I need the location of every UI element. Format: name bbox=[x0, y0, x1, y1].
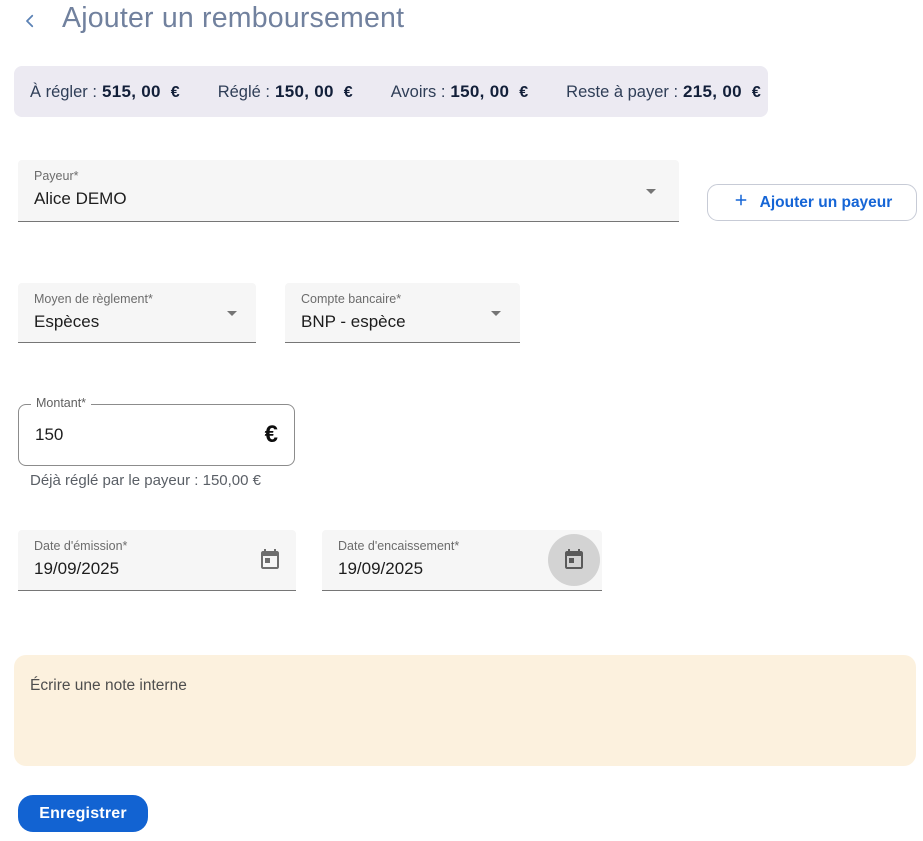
payment-method-value: Espèces bbox=[34, 312, 100, 331]
payer-select-label: Payeur* bbox=[34, 169, 79, 183]
collection-date-field[interactable]: Date d'encaissement* 19/09/2025 bbox=[322, 530, 602, 591]
euro-icon: € bbox=[264, 421, 278, 448]
payment-method-select[interactable]: Moyen de règlement* Espèces bbox=[18, 283, 256, 343]
summary-remaining-amount: 215, 00 bbox=[683, 81, 742, 101]
issue-date-field[interactable]: Date d'émission* 19/09/2025 bbox=[18, 530, 296, 591]
bank-account-select[interactable]: Compte bancaire* BNP - espèce bbox=[285, 283, 520, 343]
collection-date-picker-button[interactable] bbox=[548, 534, 600, 586]
back-button[interactable] bbox=[16, 8, 44, 36]
calendar-icon bbox=[562, 548, 586, 572]
summary-credits: Avoirs : 150, 00 € bbox=[391, 82, 528, 102]
payer-select[interactable]: Payeur* Alice DEMO bbox=[18, 160, 679, 222]
summary-paid-currency: € bbox=[343, 83, 353, 101]
summary-credits-label: Avoirs : bbox=[390, 82, 446, 101]
amount-input[interactable] bbox=[35, 406, 225, 464]
summary-remaining: Reste à payer : 215, 00 € bbox=[566, 82, 761, 102]
add-payer-button[interactable]: Ajouter un payeur bbox=[707, 184, 917, 221]
summary-paid-label: Réglé : bbox=[217, 82, 270, 101]
payer-select-value: Alice DEMO bbox=[34, 189, 127, 208]
bank-account-label: Compte bancaire* bbox=[301, 292, 402, 306]
payment-method-label: Moyen de règlement* bbox=[34, 292, 153, 306]
internal-note-textarea[interactable] bbox=[14, 655, 916, 766]
summary-to-pay-amount: 515, 00 bbox=[101, 81, 161, 101]
payment-summary-bar: À régler : 515, 00 € Réglé : 150, 00 € A… bbox=[14, 66, 768, 117]
add-payer-button-label: Ajouter un payeur bbox=[759, 193, 893, 211]
summary-credits-amount: 150, 00 bbox=[450, 81, 510, 101]
amount-helper-text: Déjà réglé par le payeur : 150,00 € bbox=[30, 472, 261, 489]
summary-credits-currency: € bbox=[519, 83, 529, 101]
chevron-left-icon bbox=[21, 12, 39, 33]
plus-icon bbox=[732, 191, 750, 214]
summary-remaining-label: Reste à payer : bbox=[566, 82, 679, 101]
summary-remaining-currency: € bbox=[751, 83, 761, 101]
collection-date-label: Date d'encaissement* bbox=[338, 539, 460, 553]
amount-field: Montant* € bbox=[18, 396, 295, 466]
collection-date-value: 19/09/2025 bbox=[338, 559, 424, 578]
calendar-icon bbox=[258, 548, 282, 572]
bank-account-value: BNP - espèce bbox=[301, 312, 406, 331]
issue-date-label: Date d'émission* bbox=[34, 539, 128, 553]
summary-to-pay-currency: € bbox=[170, 83, 180, 101]
add-refund-page: Ajouter un remboursement À régler : 515,… bbox=[0, 0, 923, 841]
summary-to-pay: À régler : 515, 00 € bbox=[30, 82, 180, 102]
issue-date-value: 19/09/2025 bbox=[34, 559, 120, 578]
chevron-down-icon bbox=[220, 301, 244, 325]
chevron-down-icon bbox=[484, 301, 508, 325]
summary-paid-amount: 150, 00 bbox=[274, 81, 334, 101]
save-button[interactable]: Enregistrer bbox=[18, 795, 148, 832]
summary-to-pay-label: À régler : bbox=[30, 82, 97, 101]
issue-date-picker-button[interactable] bbox=[258, 548, 282, 572]
page-title: Ajouter un remboursement bbox=[62, 2, 405, 34]
chevron-down-icon bbox=[639, 179, 663, 203]
summary-paid: Réglé : 150, 00 € bbox=[218, 82, 353, 102]
